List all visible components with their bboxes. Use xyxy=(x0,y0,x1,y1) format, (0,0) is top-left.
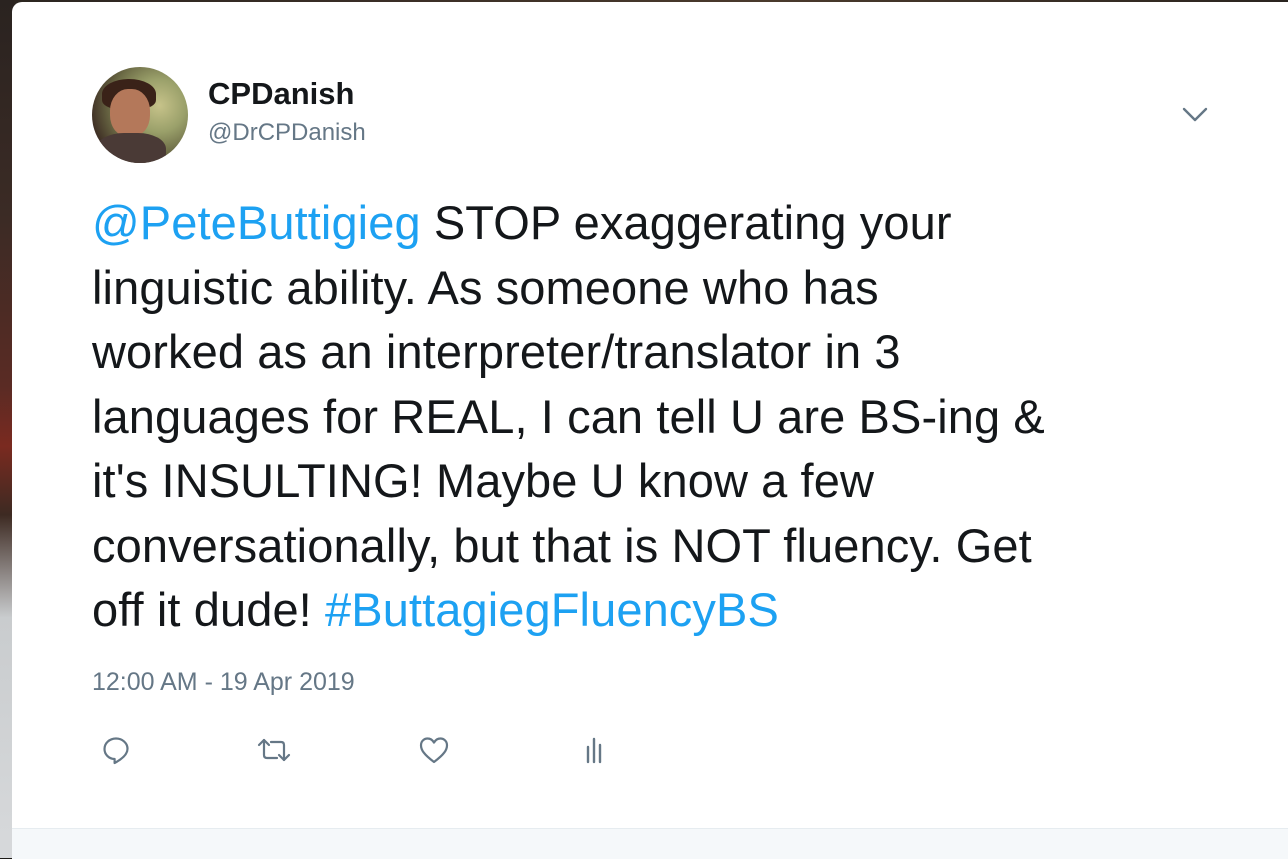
tweet-text-line: conversationally, but that is NOT fluenc… xyxy=(92,514,1242,579)
card-footer xyxy=(12,828,1288,859)
analytics-icon xyxy=(579,735,609,770)
reply-icon xyxy=(101,735,131,770)
heart-icon xyxy=(418,735,450,770)
tweet-text-segment: off it dude! xyxy=(92,583,325,636)
tweet-text-segment: linguistic ability. As someone who has xyxy=(92,260,879,314)
user-handle[interactable]: @DrCPDanish xyxy=(208,119,366,147)
tweet-text-line: worked as an interpreter/translator in 3 xyxy=(92,320,1242,385)
tweet-text-line: linguistic ability. As someone who has xyxy=(92,256,1242,321)
avatar[interactable] xyxy=(92,67,188,163)
hashtag-link[interactable]: #ButtagiegFluencyBS xyxy=(325,583,779,636)
tweet-text-segment: it's INSULTING! Maybe U know a few xyxy=(92,454,874,507)
tweet-text-segment: languages for REAL, I can tell U are BS-… xyxy=(92,389,1045,443)
retweet-button[interactable] xyxy=(252,730,296,774)
tweet-text-line: it's INSULTING! Maybe U know a few xyxy=(92,449,1242,514)
retweet-icon xyxy=(256,735,292,770)
avatar-shirt xyxy=(96,133,166,163)
mention-link[interactable]: @PeteButtigieg xyxy=(92,196,421,249)
avatar-face xyxy=(110,89,150,137)
chevron-down-icon[interactable] xyxy=(1179,98,1211,130)
analytics-button[interactable] xyxy=(572,730,616,774)
tweet-text-segment: worked as an interpreter/translator in 3 xyxy=(92,325,901,378)
tweet-text-segment: conversationally, but that is NOT fluenc… xyxy=(92,518,1032,572)
tweet-text-segment: STOP exaggerating your xyxy=(420,196,952,249)
tweet-timestamp[interactable]: 12:00 AM - 19 Apr 2019 xyxy=(92,668,355,697)
like-button[interactable] xyxy=(412,730,456,774)
tweet-text-line: off it dude! #ButtagiegFluencyBS xyxy=(92,578,1242,643)
tweet-text: @PeteButtigieg STOP exaggerating your lin… xyxy=(92,191,1242,643)
tweet-card: CPDanish @DrCPDanish @PeteButtigieg STOP… xyxy=(12,2,1288,859)
tweet-text-line: languages for REAL, I can tell U are BS-… xyxy=(92,385,1242,450)
reply-button[interactable] xyxy=(94,730,138,774)
display-name[interactable]: CPDanish xyxy=(208,76,354,112)
tweet-text-line: @PeteButtigieg STOP exaggerating your xyxy=(92,191,1242,256)
